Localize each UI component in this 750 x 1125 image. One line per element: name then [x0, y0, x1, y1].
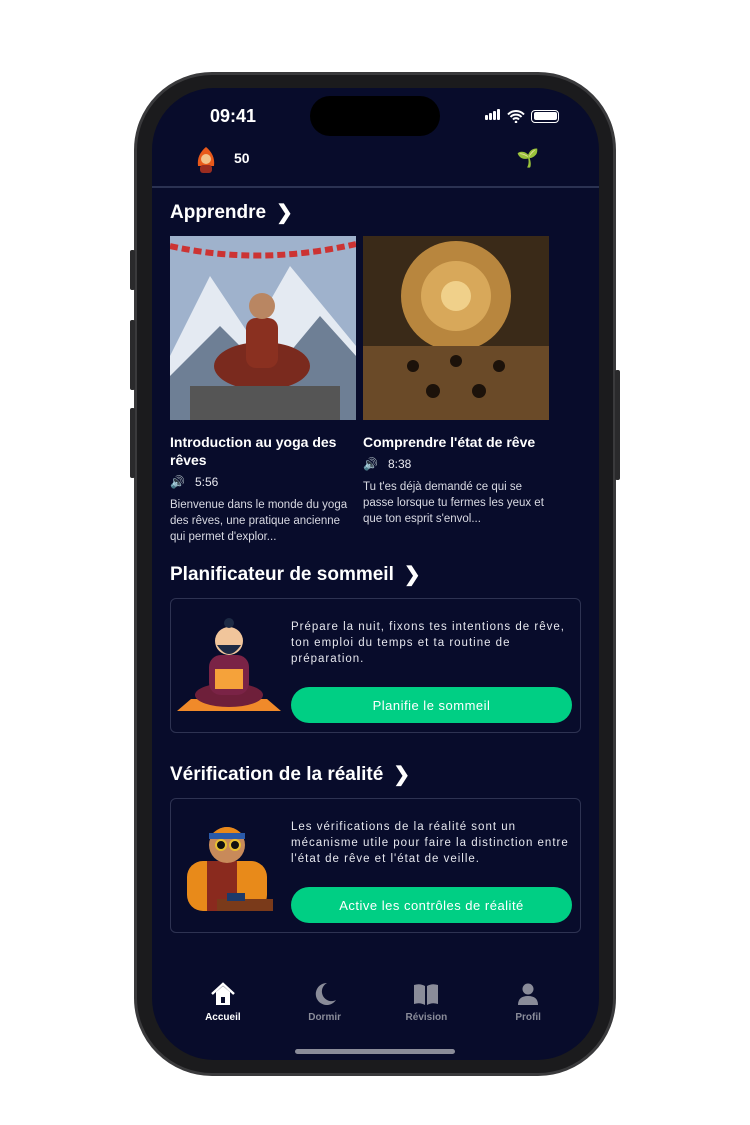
lesson-duration: 🔊 8:38 [363, 457, 549, 471]
reality-title: Vérification de la réalité [170, 763, 384, 785]
lesson-title: Introduction au yoga des rêves [170, 434, 337, 468]
tab-label: Révision [405, 1012, 448, 1023]
lesson-description: Bienvenue dans le monde du yoga des rêve… [170, 499, 348, 543]
book-icon [414, 984, 439, 1005]
planner-title: Planificateur de sommeil [170, 563, 394, 585]
reality-section-header[interactable]: Vérification de la réalité ❯ [170, 762, 410, 787]
battery-icon [531, 109, 559, 123]
status-icons [485, 107, 559, 125]
chevron-right-icon: ❯ [403, 564, 421, 586]
speaker-icon: 🔊 [170, 475, 185, 489]
reality-description: Les vérifications de la réalité sont un … [291, 821, 569, 865]
sprout-icon[interactable]: 🌱 [517, 148, 539, 169]
power-button [615, 370, 620, 480]
moon-icon [315, 982, 336, 1005]
learn-section-header[interactable]: Apprendre ❯ [170, 200, 293, 225]
lesson-card[interactable]: Comprendre l'état de rêve 🔊 8:38 Tu t'es … [363, 236, 549, 527]
speaker-icon: 🔊 [363, 457, 378, 471]
tab-dormir[interactable]: Dormir [290, 980, 360, 1023]
signal-icon [485, 107, 501, 125]
home-indicator[interactable] [295, 1049, 455, 1054]
reality-card: Les vérifications de la réalité sont un … [170, 798, 581, 933]
monk-avatar-icon[interactable] [194, 146, 218, 174]
tab-revision[interactable]: Révision [391, 980, 461, 1023]
person-icon [518, 983, 539, 1005]
duration-text: 5:56 [194, 475, 219, 489]
points-count: 50 [234, 150, 250, 166]
reading-monk-illustration [177, 618, 281, 711]
home-icon [211, 982, 235, 1005]
monk-mountains-image [169, 236, 357, 420]
tab-label: Profil [515, 1012, 541, 1023]
mute-switch [130, 250, 135, 290]
bottom-tab-bar: Accueil Dormir Révision Profil [152, 980, 599, 1023]
status-time: 09:41 [210, 106, 257, 126]
lesson-title: Comprendre l'état de rêve [363, 434, 536, 450]
planner-description: Prépare la nuit, fixons tes intentions d… [291, 621, 565, 665]
activate-reality-checks-button[interactable]: Active les contrôles de réalité [291, 887, 572, 923]
wifi-icon [507, 109, 525, 123]
tab-accueil[interactable]: Accueil [188, 980, 258, 1023]
plan-sleep-button[interactable]: Planifie le sommeil [291, 687, 572, 723]
chevron-right-icon: ❯ [276, 202, 293, 224]
duration-text: 8:38 [387, 457, 412, 471]
monk-glasses-illustration [187, 827, 273, 911]
tab-label: Accueil [205, 1012, 241, 1023]
lesson-card[interactable]: Introduction au yoga des rêves 🔊 5:56 Bie… [169, 236, 357, 545]
lesson-duration: 🔊 5:56 [170, 475, 356, 489]
planner-card: Prépare la nuit, fixons tes intentions d… [170, 598, 581, 733]
tab-label: Dormir [308, 1012, 342, 1023]
app-screen: 09:41 50 🌱 Apprendre ❯ Introduction au yo… [152, 88, 599, 1060]
top-header: 50 🌱 [152, 140, 599, 188]
volume-down-button [130, 408, 135, 478]
planner-section-header[interactable]: Planificateur de sommeil ❯ [170, 562, 421, 587]
meditation-temple-image [363, 236, 549, 420]
dynamic-island [310, 96, 440, 136]
lesson-description: Tu t'es déjà demandé ce qui se passe lor… [363, 481, 544, 525]
tab-profil[interactable]: Profil [493, 980, 563, 1023]
volume-up-button [130, 320, 135, 390]
chevron-right-icon: ❯ [393, 764, 411, 786]
learn-title: Apprendre [170, 201, 267, 223]
